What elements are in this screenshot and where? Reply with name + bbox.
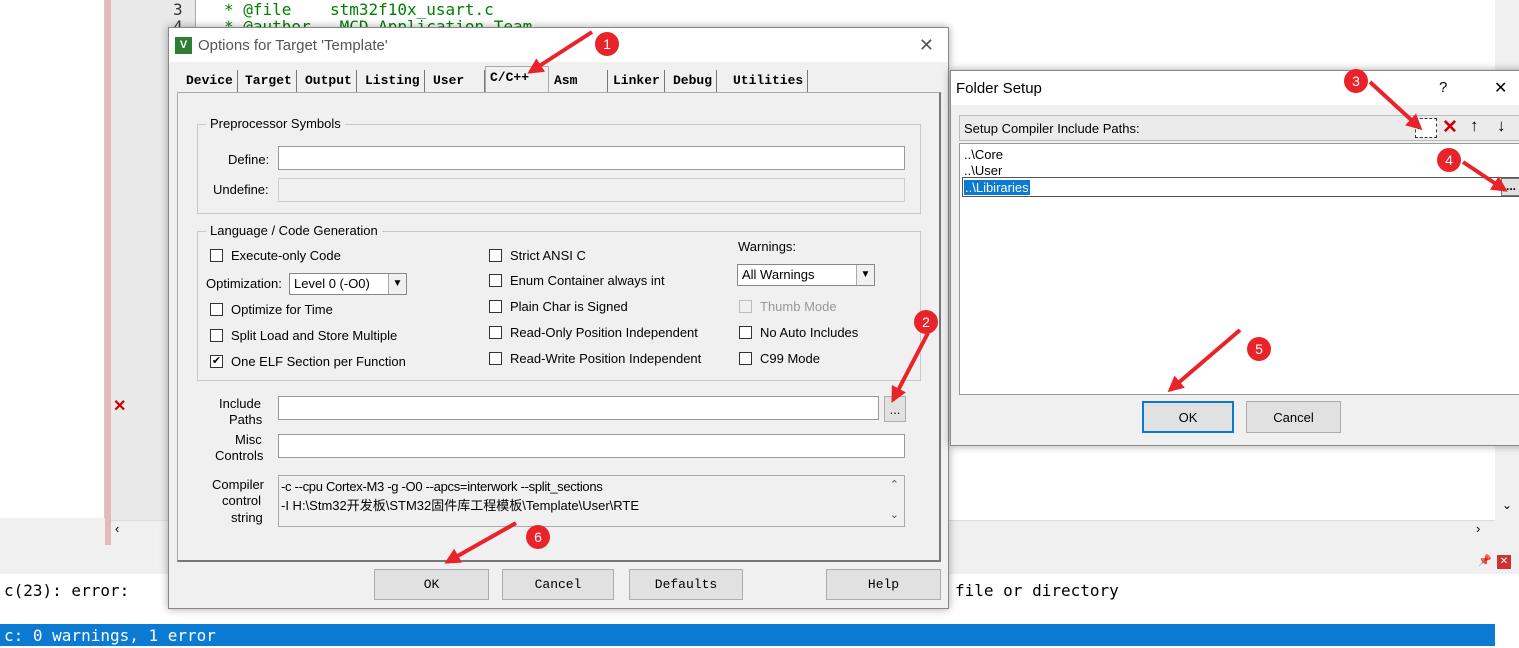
annotation-arrow xyxy=(527,30,594,74)
annotation-label: 4 xyxy=(1445,152,1453,168)
annotation-arrow xyxy=(1461,160,1508,192)
annotation-arrow xyxy=(444,521,517,564)
annotation-label: 6 xyxy=(534,529,542,545)
annotation-arrow xyxy=(891,332,930,403)
annotation-arrow xyxy=(1368,80,1423,131)
annotation-label: 1 xyxy=(603,36,611,52)
annotation-label: 5 xyxy=(1255,341,1263,357)
annotation-overlay: 1 2 3 4 5 6 xyxy=(444,30,1508,564)
annotation-markers xyxy=(526,32,1461,549)
annotation-label: 3 xyxy=(1352,73,1360,89)
annotation-label: 2 xyxy=(922,314,930,330)
annotation-arrow xyxy=(1167,328,1242,393)
